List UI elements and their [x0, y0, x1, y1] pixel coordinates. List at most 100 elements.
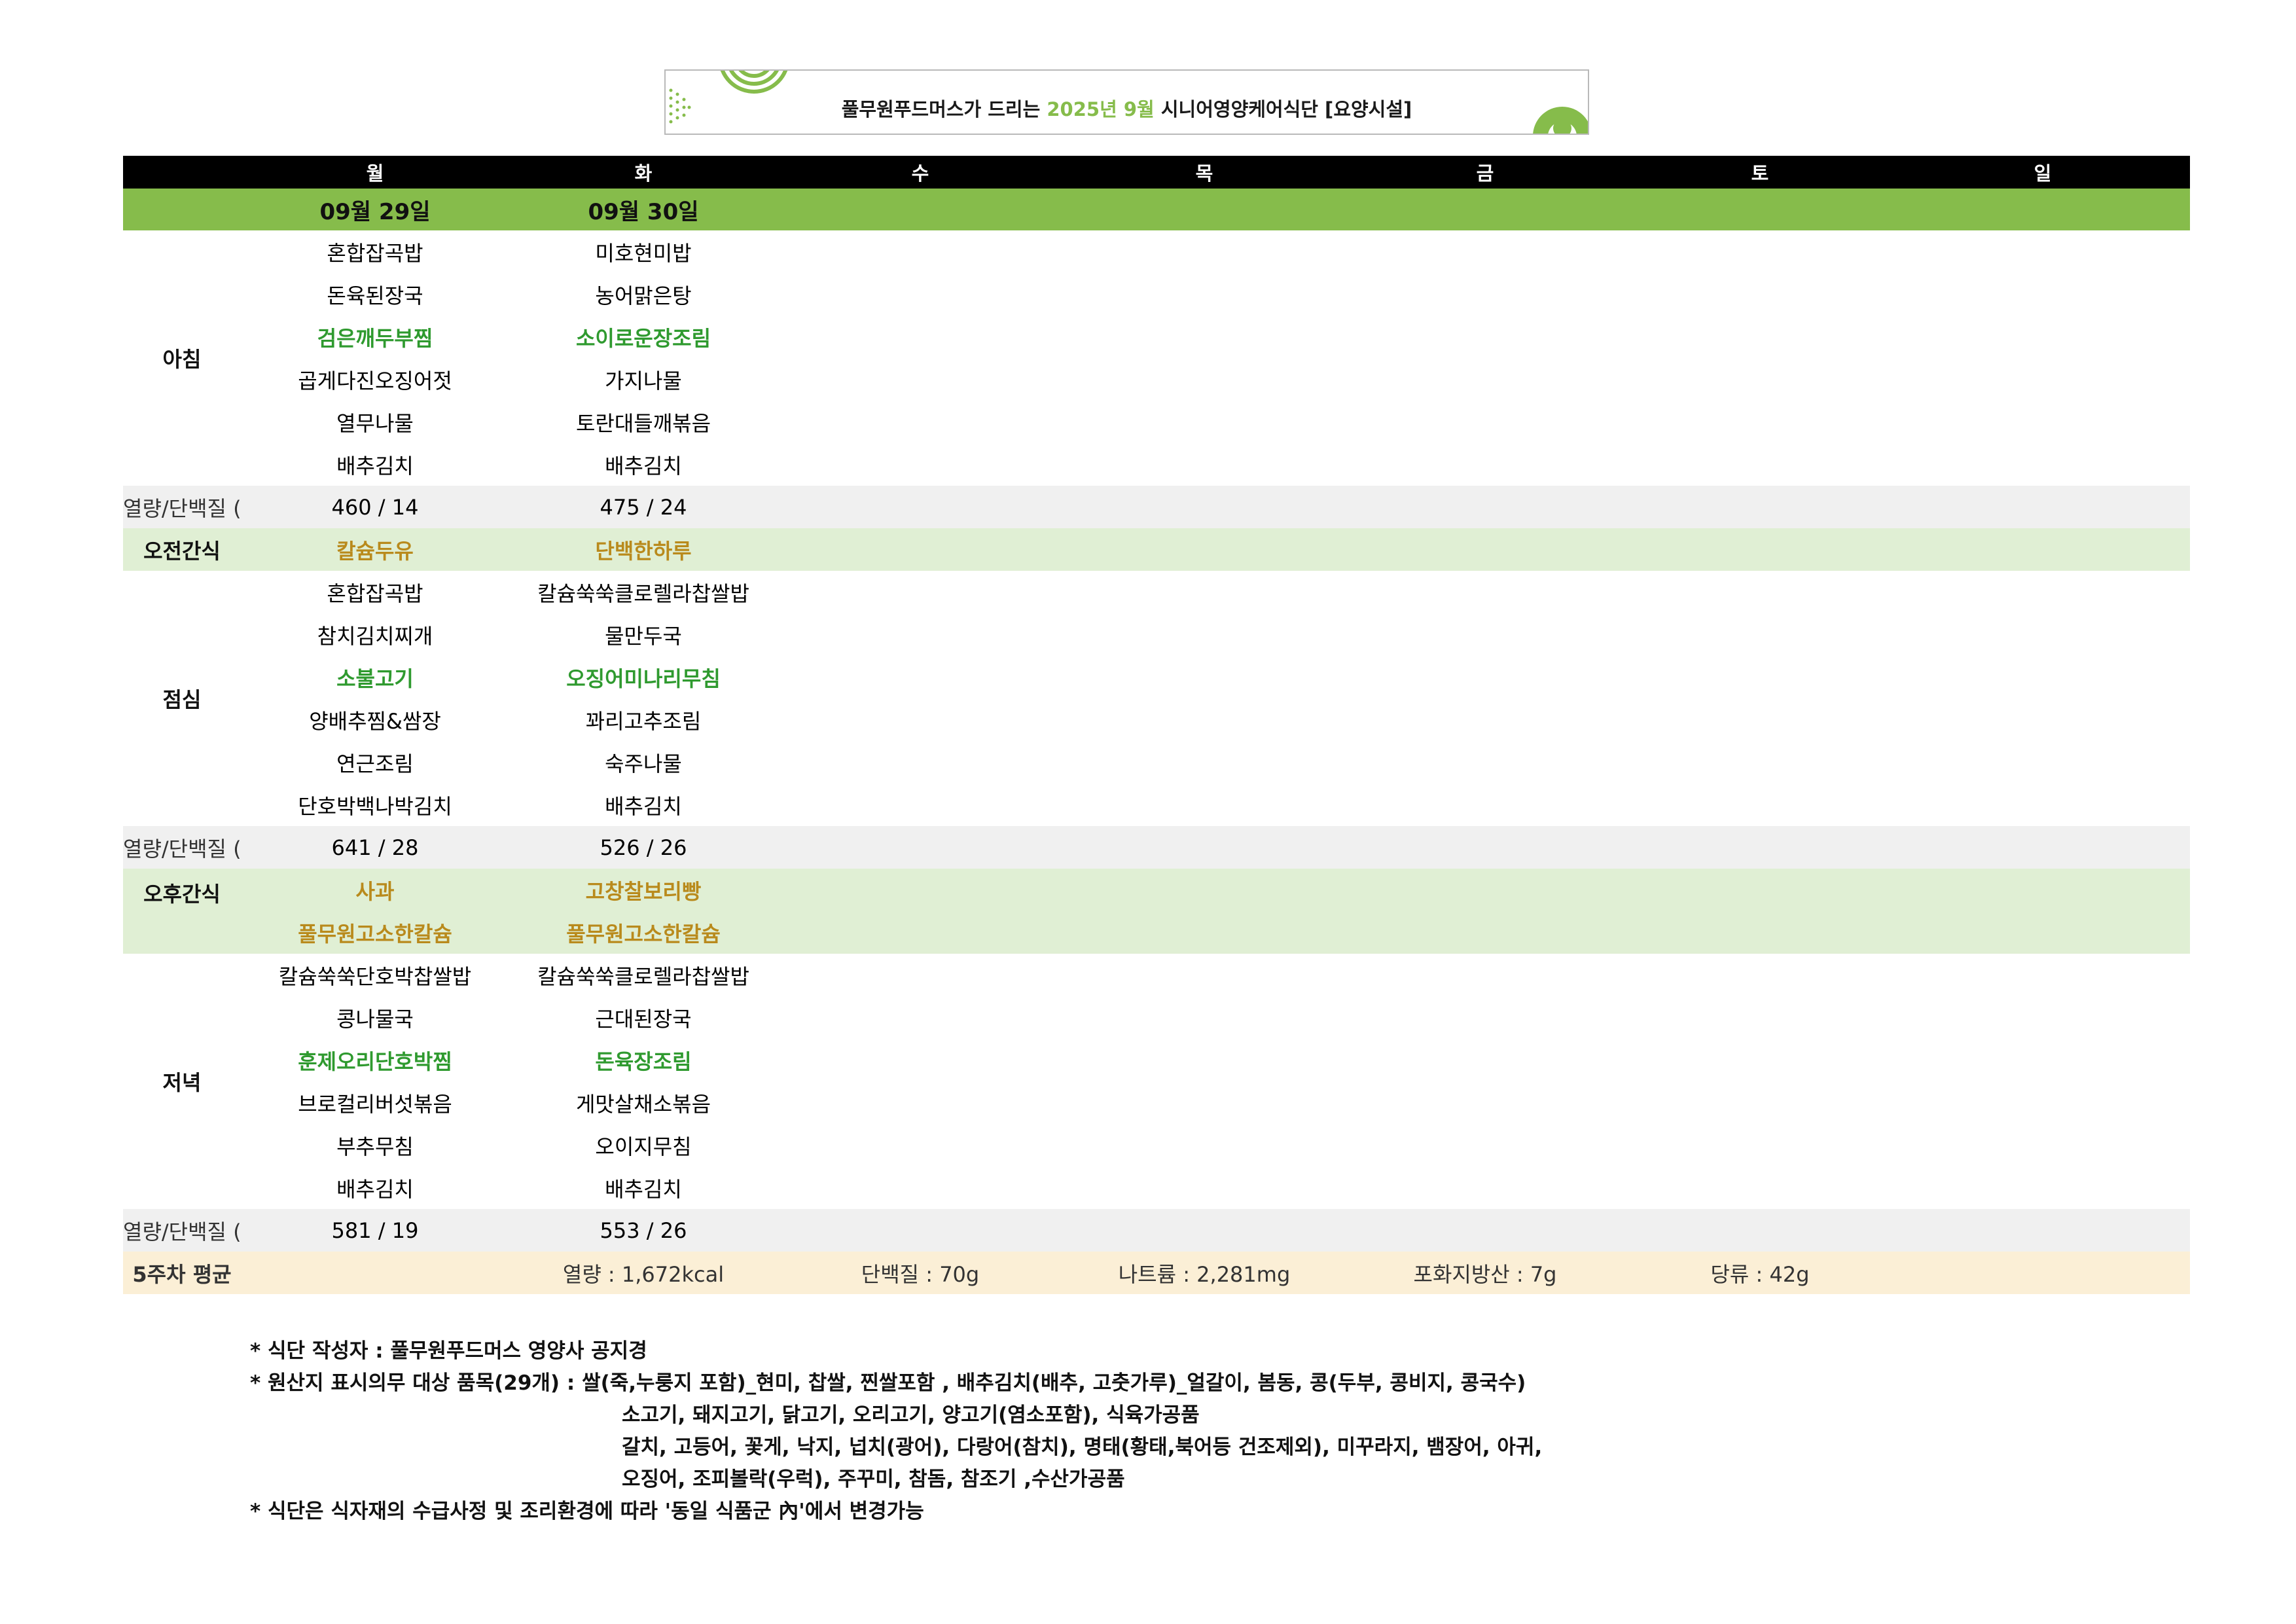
snack-item: 고창찰보리빵 [509, 869, 778, 911]
menu-item-main-dish: 소불고기 [241, 656, 509, 698]
menu-item: 칼슘쑥쑥클로렐라찹쌀밥 [509, 954, 778, 996]
menu-item-main-dish: 훈제오리단호박찜 [241, 1039, 509, 1081]
menu-item: 혼합잡곡밥 [241, 571, 509, 613]
dinner-row: 콩나물국 근대된장국 [123, 996, 2190, 1039]
breakfast-row: 아침 혼합잡곡밥 미호현미밥 [123, 230, 2190, 486]
am-snack-row: 오전간식 칼슘두유 단백한하루 [123, 528, 2190, 571]
menu-item: 가지나물 [509, 358, 778, 401]
breakfast-row: 검은깨두부찜 소이로운장조림 [123, 316, 2190, 358]
menu-item: 칼슘쑥쑥클로렐라찹쌀밥 [509, 571, 778, 613]
lunch-row: 단호박백나박김치 배추김치 [123, 784, 2190, 826]
dinner-row: 훈제오리단호박찜 돈육장조림 [123, 1039, 2190, 1081]
kcal-label: 열량/단백질 (kcal/g) [123, 486, 241, 528]
title-month: 2025년 9월 [1047, 98, 1155, 120]
menu-item: 배추김치 [509, 1166, 778, 1209]
note-origin-seafood: 오징어, 조피볼락(우럭), 주꾸미, 참돔, 참조기 ,수산가공품 [622, 1468, 1125, 1491]
menu-item: 연근조림 [241, 741, 509, 784]
menu-item: 근대된장국 [509, 996, 778, 1039]
summary-sugar: 당류 : 42g [1624, 1252, 1895, 1294]
footnotes: * 식단 작성자 : 풀무원푸드머스 영양사 공지경 * 원산지 표시의무 대상… [250, 1335, 1542, 1528]
menu-item: 콩나물국 [241, 996, 509, 1039]
note-origin-fish: 갈치, 고등어, 꽃게, 낙지, 넙치(광어), 다랑어(참치), 명태(황태,… [622, 1435, 1543, 1459]
note-menu-change: * 식단은 식자재의 수급사정 및 조리환경에 따라 '동일 식품군 內'에서 … [250, 1500, 924, 1523]
menu-item: 물만두국 [509, 613, 778, 656]
kcal-label: 열량/단백질 (kcal/g) [123, 1209, 241, 1252]
kcal-value: 581 / 19 [241, 1209, 509, 1252]
breakfast-row: 열무나물 토란대들깨볶음 [123, 401, 2190, 443]
menu-item: 양배추찜&쌈장 [241, 698, 509, 741]
page-title: 풀무원푸드머스가 드리는 2025년 9월 시니어영양케어식단 [요양시설] [666, 94, 1588, 122]
menu-item-main-dish: 돈육장조림 [509, 1039, 778, 1081]
menu-item: 배추김치 [241, 443, 509, 486]
date-row: 09월 29일 09월 30일 [123, 189, 2190, 230]
date-tue: 09월 30일 [509, 189, 778, 230]
kcal-value: 460 / 14 [241, 486, 509, 528]
breakfast-row: 배추김치 배추김치 [123, 443, 2190, 486]
breakfast-label: 아침 [123, 230, 241, 486]
day-thu: 목 [1063, 156, 1346, 189]
menu-item: 칼슘쑥쑥단호박찹쌀밥 [241, 954, 509, 996]
kcal-value: 641 / 28 [241, 826, 509, 869]
menu-item: 단호박백나박김치 [241, 784, 509, 826]
pm-snack-row: 오후간식 사과 고창찰보리빵 [123, 869, 2190, 954]
summary-calories: 열량 : 1,672kcal [509, 1252, 778, 1294]
day-sat: 토 [1624, 156, 1895, 189]
note-author: * 식단 작성자 : 풀무원푸드머스 영양사 공지경 [250, 1339, 647, 1363]
menu-item: 오이지무침 [509, 1124, 778, 1166]
menu-item: 미호현미밥 [509, 230, 778, 273]
kcal-value: 553 / 26 [509, 1209, 778, 1252]
menu-item: 농어맑은탕 [509, 273, 778, 316]
breakfast-row: 돈육된장국 농어맑은탕 [123, 273, 2190, 316]
menu-item: 배추김치 [509, 443, 778, 486]
lunch-row: 양배추찜&쌈장 꽈리고추조림 [123, 698, 2190, 741]
day-tue: 화 [509, 156, 778, 189]
menu-item-main-dish: 오징어미나리무침 [509, 656, 778, 698]
snack-item: 칼슘두유 [241, 528, 509, 571]
menu-item: 돈육된장국 [241, 273, 509, 316]
summary-sodium: 나트륨 : 2,281mg [1063, 1252, 1346, 1294]
header-banner: 풀무원푸드머스가 드리는 2025년 9월 시니어영양케어식단 [요양시설] [664, 69, 1589, 135]
breakfast-kcal-row: 열량/단백질 (kcal/g) 460 / 14 475 / 24 [123, 486, 2190, 528]
menu-item-main-dish: 소이로운장조림 [509, 316, 778, 358]
lunch-row: 소불고기 오징어미나리무침 [123, 656, 2190, 698]
menu-item: 브로컬리버섯볶음 [241, 1081, 509, 1124]
lunch-label: 점심 [123, 571, 241, 826]
title-suffix: 시니어영양케어식단 [요양시설] [1160, 98, 1412, 120]
summary-protein: 단백질 : 70g [778, 1252, 1063, 1294]
dinner-kcal-row: 열량/단백질 (kcal/g) 581 / 19 553 / 26 [123, 1209, 2190, 1252]
am-snack-label: 오전간식 [123, 528, 241, 571]
dinner-row: 배추김치 배추김치 [123, 1166, 2190, 1209]
menu-item: 숙주나물 [509, 741, 778, 784]
lunch-row: 참치김치찌개 물만두국 [123, 613, 2190, 656]
title-prefix: 풀무원푸드머스가 드리는 [841, 98, 1041, 120]
summary-label: 5주차 평균 [123, 1252, 241, 1294]
day-mon: 월 [241, 156, 509, 189]
dinner-row: 저녁 칼슘쑥쑥단호박찹쌀밥 칼슘쑥쑥클로렐라찹쌀밥 [123, 954, 2190, 1209]
kcal-label: 열량/단백질 (kcal/g) [123, 826, 241, 869]
dinner-row: 브로컬리버섯볶음 게맛살채소볶음 [123, 1081, 2190, 1124]
menu-item: 배추김치 [241, 1166, 509, 1209]
day-wed: 수 [778, 156, 1063, 189]
lunch-kcal-row: 열량/단백질 (kcal/g) 641 / 28 526 / 26 [123, 826, 2190, 869]
lunch-row: 연근조림 숙주나물 [123, 741, 2190, 784]
menu-item: 열무나물 [241, 401, 509, 443]
corner-cell [123, 156, 241, 189]
menu-item: 배추김치 [509, 784, 778, 826]
kcal-value: 475 / 24 [509, 486, 778, 528]
pm-snack-label: 오후간식 [123, 869, 241, 954]
snack-item: 단백한하루 [509, 528, 778, 571]
day-fri: 금 [1346, 156, 1624, 189]
note-origin: * 원산지 표시의무 대상 품목(29개) : 쌀(죽,누룽지 포함)_현미, … [250, 1371, 1526, 1395]
dinner-row: 부추무침 오이지무침 [123, 1124, 2190, 1166]
menu-item: 꽈리고추조림 [509, 698, 778, 741]
meal-plan-table: 월 화 수 목 금 토 일 09월 29일 09월 30일 아침 혼합잡곡밥 미… [123, 156, 2190, 1294]
weekly-average-row: 5주차 평균 열량 : 1,672kcal 단백질 : 70g 나트륨 : 2,… [123, 1252, 2190, 1294]
pm-snack-row: 풀무원고소한칼슘 풀무원고소한칼슘 [123, 911, 2190, 954]
breakfast-row: 곱게다진오징어젓 가지나물 [123, 358, 2190, 401]
weekday-header-row: 월 화 수 목 금 토 일 [123, 156, 2190, 189]
menu-item: 참치김치찌개 [241, 613, 509, 656]
lunch-row: 점심 혼합잡곡밥 칼슘쑥쑥클로렐라찹쌀밥 [123, 571, 2190, 826]
menu-item: 곱게다진오징어젓 [241, 358, 509, 401]
dinner-label: 저녁 [123, 954, 241, 1209]
menu-item: 토란대들깨볶음 [509, 401, 778, 443]
